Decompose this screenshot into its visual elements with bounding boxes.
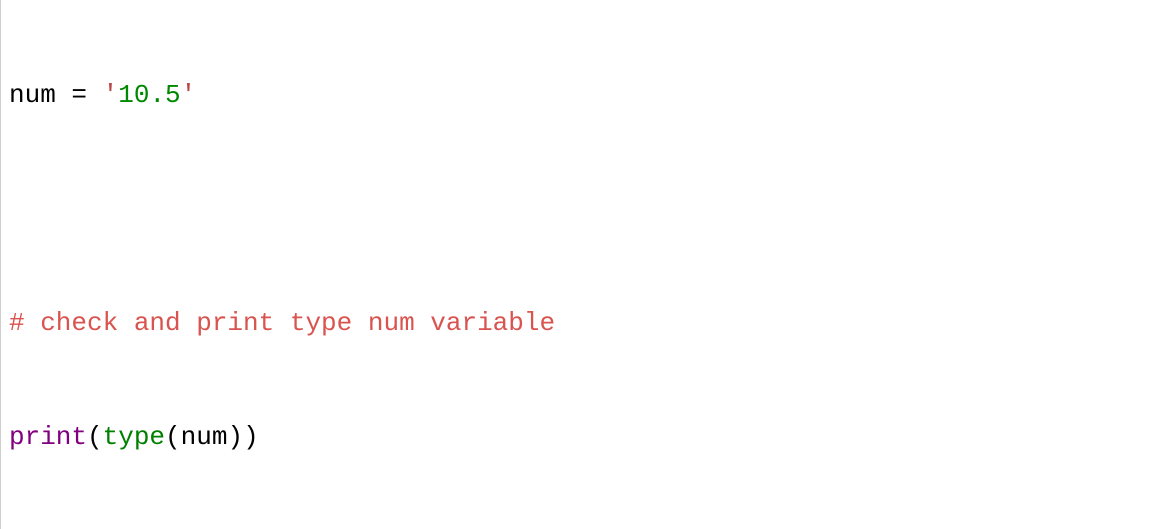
token-variable: num	[9, 80, 56, 110]
token-punct: )	[227, 422, 243, 452]
token-punct: (	[165, 422, 181, 452]
code-line: print(type(num))	[9, 418, 1172, 456]
token-builtin: type	[103, 422, 165, 452]
token-operator: =	[56, 80, 103, 110]
token-builtin: print	[9, 422, 87, 452]
token-string-quote: '	[181, 80, 197, 110]
token-variable: num	[181, 422, 228, 452]
token-comment: # check and print type num variable	[9, 308, 555, 338]
code-line	[9, 190, 1172, 228]
code-text-area[interactable]: num = '10.5' # check and print type num …	[1, 0, 1176, 529]
token-punct: (	[87, 422, 103, 452]
code-line: # check and print type num variable	[9, 304, 1172, 342]
token-string-quote: '	[103, 80, 119, 110]
code-line: num = '10.5'	[9, 76, 1172, 114]
token-punct: )	[243, 422, 259, 452]
token-string: 10.5	[118, 80, 180, 110]
code-editor[interactable]: num = '10.5' # check and print type num …	[0, 0, 1176, 529]
